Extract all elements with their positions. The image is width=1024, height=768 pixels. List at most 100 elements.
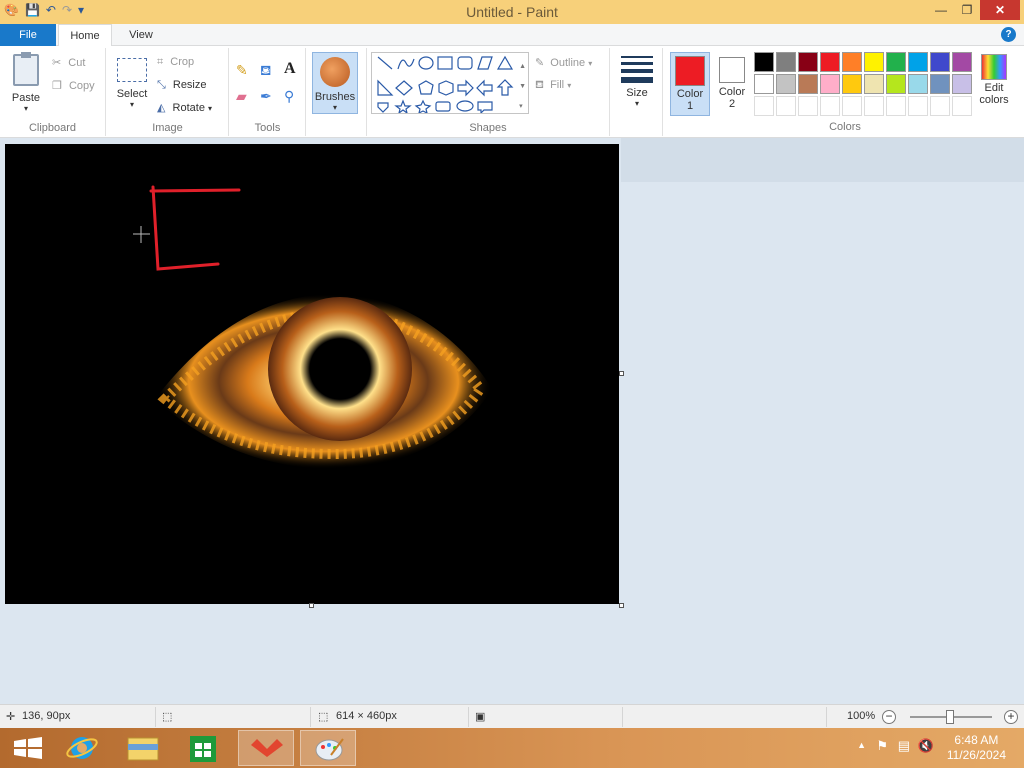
palette-swatch-empty[interactable] bbox=[776, 96, 796, 116]
edit-colors-button[interactable]: Edit colors bbox=[976, 52, 1012, 106]
outline-button[interactable]: ✎ Outline ▾ bbox=[535, 56, 592, 69]
magnifier-icon[interactable]: ⚲ bbox=[284, 88, 294, 105]
palette-swatch-empty[interactable] bbox=[798, 96, 818, 116]
volume-muted-icon[interactable]: 🔇 bbox=[918, 738, 934, 754]
crop-button[interactable]: ⌗ Crop bbox=[157, 56, 194, 69]
tab-file[interactable]: File bbox=[0, 24, 56, 46]
zoom-slider-thumb[interactable] bbox=[946, 710, 954, 724]
size-group: Size ▾ bbox=[611, 48, 663, 136]
palette-swatch[interactable] bbox=[886, 74, 906, 94]
zoom-out-button[interactable]: − bbox=[882, 710, 896, 724]
palette-swatch[interactable] bbox=[820, 74, 840, 94]
resize-icon: ⤡ bbox=[157, 79, 166, 91]
start-button[interactable] bbox=[0, 730, 56, 766]
palette-swatch[interactable] bbox=[798, 74, 818, 94]
close-button[interactable]: ✕ bbox=[980, 0, 1020, 20]
select-dropdown-icon: ▾ bbox=[129, 100, 134, 109]
palette-swatch-empty[interactable] bbox=[820, 96, 840, 116]
palette-swatch-empty[interactable] bbox=[908, 96, 928, 116]
store-icon[interactable] bbox=[176, 730, 232, 766]
clipboard-group: Paste ▾ ✂ Cut ❐ Copy Clipboard bbox=[0, 48, 106, 136]
brush-icon bbox=[320, 57, 350, 87]
pencil-icon[interactable]: ✎ bbox=[236, 62, 248, 79]
color2-button[interactable]: Color 2 bbox=[713, 52, 751, 116]
size-button[interactable]: Size ▾ bbox=[617, 54, 657, 108]
minimize-button[interactable]: — bbox=[928, 0, 954, 20]
color2-swatch bbox=[719, 57, 745, 83]
palette-swatch[interactable] bbox=[952, 52, 972, 72]
cursor-position-icon: ✛ bbox=[6, 711, 16, 723]
fill-bucket-icon[interactable]: ⛾ bbox=[260, 62, 271, 81]
color1-label: Color 1 bbox=[676, 88, 704, 112]
system-clock[interactable]: 6:48 AM 11/26/2024 bbox=[947, 733, 1006, 763]
ribbon: Paste ▾ ✂ Cut ❐ Copy Clipboard Select ▾ … bbox=[0, 46, 1024, 138]
select-button[interactable]: Select ▾ bbox=[113, 58, 151, 109]
brushes-dropdown-icon: ▾ bbox=[332, 103, 337, 112]
paste-button[interactable]: Paste ▾ bbox=[6, 52, 46, 113]
resize-button[interactable]: ⤡ Resize bbox=[157, 79, 207, 92]
palette-swatch[interactable] bbox=[842, 52, 862, 72]
show-hidden-icons-icon[interactable]: ▲ bbox=[857, 740, 866, 750]
eraser-icon[interactable]: ▰ bbox=[236, 88, 247, 105]
file-size-icon: ▣ bbox=[475, 711, 486, 723]
palette-swatch-empty[interactable] bbox=[864, 96, 884, 116]
palette-swatch-empty[interactable] bbox=[754, 96, 774, 116]
copy-button[interactable]: ❐ Copy bbox=[52, 79, 95, 92]
file-explorer-icon[interactable] bbox=[116, 730, 172, 766]
tab-home[interactable]: Home bbox=[58, 24, 112, 47]
resize-handle-right[interactable] bbox=[619, 371, 624, 376]
resize-handle-bottom[interactable] bbox=[309, 603, 314, 608]
action-center-flag-icon[interactable]: ⚑ bbox=[876, 738, 888, 754]
paint-taskbar-icon[interactable] bbox=[300, 730, 356, 766]
clipboard-group-label: Clipboard bbox=[28, 122, 77, 134]
color1-button[interactable]: Color 1 bbox=[670, 52, 710, 116]
palette-swatch[interactable] bbox=[930, 52, 950, 72]
color-picker-icon[interactable]: ✒ bbox=[260, 88, 272, 105]
shapes-group-label: Shapes bbox=[469, 122, 507, 134]
shapes-scroll-icon[interactable]: ▲ ▼ ▾ bbox=[519, 57, 526, 117]
red-app-icon[interactable] bbox=[238, 730, 294, 766]
internet-explorer-icon[interactable] bbox=[58, 730, 114, 766]
size-dropdown-icon: ▾ bbox=[634, 99, 639, 108]
palette-swatch[interactable] bbox=[776, 74, 796, 94]
window-title: Untitled - Paint bbox=[466, 4, 558, 20]
cut-button[interactable]: ✂ Cut bbox=[52, 56, 85, 69]
fill-button[interactable]: ⛾ Fill ▾ bbox=[535, 79, 571, 93]
copy-label: Copy bbox=[68, 80, 95, 92]
palette-swatch-empty[interactable] bbox=[930, 96, 950, 116]
tools-group: ✎ ⛾ A ▰ ✒ ⚲ Tools bbox=[230, 48, 306, 136]
palette-swatch[interactable] bbox=[952, 74, 972, 94]
color-palette bbox=[754, 52, 972, 116]
palette-swatch[interactable] bbox=[908, 74, 928, 94]
zoom-in-button[interactable]: + bbox=[1004, 710, 1018, 724]
fill-label: Fill bbox=[550, 79, 565, 91]
palette-swatch[interactable] bbox=[776, 52, 796, 72]
palette-swatch[interactable] bbox=[930, 74, 950, 94]
cursor-position: 136, 90px bbox=[22, 710, 71, 722]
palette-swatch-empty[interactable] bbox=[886, 96, 906, 116]
help-icon[interactable]: ? bbox=[1001, 27, 1016, 42]
palette-swatch[interactable] bbox=[886, 52, 906, 72]
resize-handle-corner[interactable] bbox=[619, 603, 624, 608]
palette-swatch[interactable] bbox=[820, 52, 840, 72]
palette-swatch[interactable] bbox=[754, 74, 774, 94]
palette-swatch[interactable] bbox=[864, 74, 884, 94]
palette-swatch[interactable] bbox=[864, 52, 884, 72]
brushes-button[interactable]: Brushes ▾ bbox=[312, 52, 358, 114]
palette-swatch[interactable] bbox=[842, 74, 862, 94]
tools-group-label: Tools bbox=[254, 122, 281, 134]
drawing-canvas[interactable] bbox=[5, 144, 619, 604]
restore-button[interactable]: ❐ bbox=[954, 0, 980, 20]
text-tool-icon[interactable]: A bbox=[284, 60, 296, 78]
clipboard-icon bbox=[13, 52, 39, 86]
tab-view[interactable]: View bbox=[114, 24, 168, 46]
palette-swatch[interactable] bbox=[798, 52, 818, 72]
palette-swatch-empty[interactable] bbox=[842, 96, 862, 116]
shapes-gallery[interactable]: ▲ ▼ ▾ bbox=[371, 52, 529, 114]
network-icon[interactable]: ▤ bbox=[898, 738, 910, 754]
palette-swatch[interactable] bbox=[908, 52, 928, 72]
rotate-button[interactable]: ◭ Rotate ▾ bbox=[157, 101, 212, 114]
copy-icon: ❐ bbox=[52, 80, 62, 92]
palette-swatch[interactable] bbox=[754, 52, 774, 72]
palette-swatch-empty[interactable] bbox=[952, 96, 972, 116]
